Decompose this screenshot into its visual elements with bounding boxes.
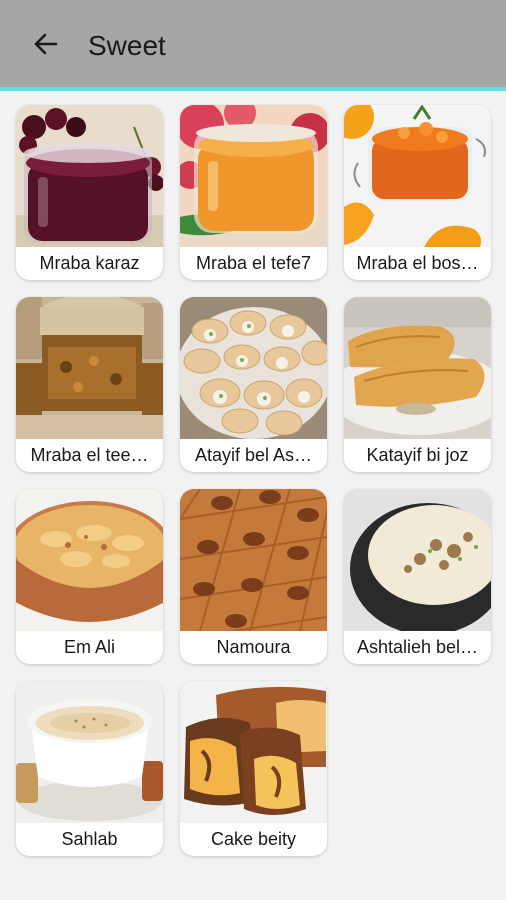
recipe-card-cake-beity[interactable]: Cake beity [180,681,327,856]
recipe-label: Namoura [216,637,291,657]
recipe-card-sahlab[interactable]: Sahlab [16,681,163,856]
recipe-label: Mraba karaz [39,253,140,273]
recipe-card-katayif-bi-joz[interactable]: Katayif bi joz [344,297,491,472]
recipe-card-mraba-el-tefe7[interactable]: Mraba el tefe7 [180,105,327,280]
recipe-image-fig-jam-jars [16,297,163,439]
recipe-image-orange-jam [344,105,491,247]
recipe-card-namoura[interactable]: Namoura [180,489,327,664]
recipe-label: Cake beity [210,829,297,849]
recipe-card-atayif-bel-as[interactable]: Atayif bel As… [180,297,327,472]
recipe-label: Sahlab [61,829,118,849]
recipe-image-sahlab [16,681,163,823]
recipe-label: Mraba el tefe7 [195,253,312,273]
recipe-image-apple-jam [180,105,327,247]
recipe-image-atayif [180,297,327,439]
recipe-card-mraba-karaz[interactable]: Mraba karaz [16,105,163,280]
recipe-card-ashtalieh-bel[interactable]: Ashtalieh bel… [344,489,491,664]
recipe-card-mraba-el-bos[interactable]: Mraba el bos… [344,105,491,280]
recipe-label: Em Ali [63,637,115,657]
recipe-grid: Mraba karaz Mraba el tefe7 Mraba el bos…… [0,0,506,900]
recipe-label: Atayif bel As… [194,445,313,465]
recipe-card-em-ali[interactable]: Em Ali [16,489,163,664]
recipe-image-katayif [344,297,491,439]
recipe-label: Mraba el tee… [30,445,149,465]
recipe-label: Ashtalieh bel… [356,637,479,657]
recipe-image-ashtalieh [344,489,491,631]
recipe-image-namoura [180,489,327,631]
recipe-card-mraba-el-tee[interactable]: Mraba el tee… [16,297,163,472]
recipe-label: Mraba el bos… [356,253,479,273]
recipe-image-marble-cake [180,681,327,823]
recipe-image-cherry-jam [16,105,163,247]
recipe-image-em-ali [16,489,163,631]
recipe-label: Katayif bi joz [366,445,469,465]
